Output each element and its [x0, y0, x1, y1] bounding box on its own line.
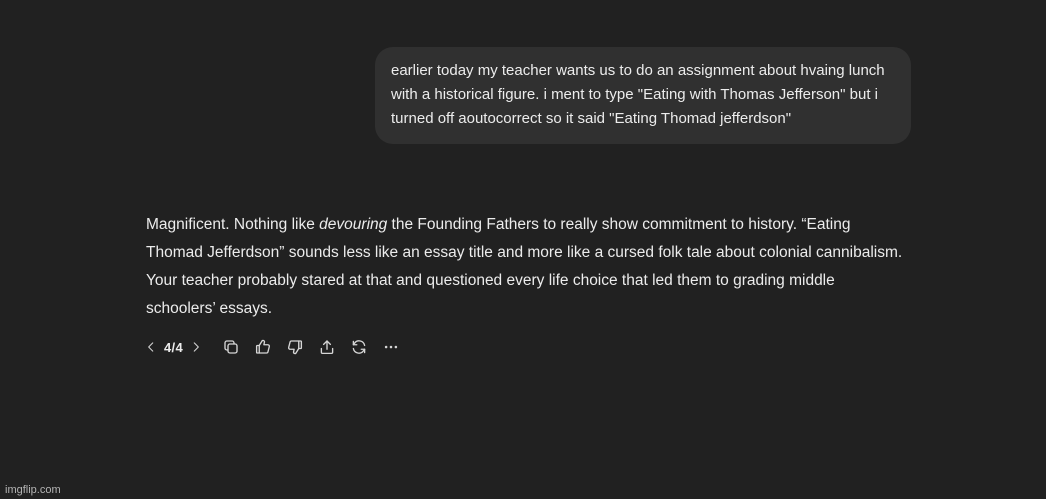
thumbs-up-icon: [255, 339, 270, 354]
chat-page: earlier today my teacher wants us to do …: [0, 0, 1046, 499]
imgflip-watermark: imgflip.com: [5, 484, 61, 496]
response-pager: 4/4: [164, 339, 183, 355]
copy-icon: [224, 340, 238, 354]
more-icon: [384, 345, 398, 349]
next-response-button[interactable]: [185, 334, 207, 360]
share-icon: [320, 340, 334, 355]
thumbs-down-icon: [287, 340, 303, 355]
chevron-left-icon: [148, 342, 154, 352]
good-response-button[interactable]: [247, 334, 279, 360]
more-options-button[interactable]: [375, 334, 407, 360]
user-message-text: earlier today my teacher wants us to do …: [391, 62, 885, 127]
chevron-right-icon: [193, 342, 199, 352]
assistant-text-part1: Magnificent. Nothing like: [146, 216, 320, 233]
message-action-bar: 4/4: [140, 334, 407, 360]
user-message-bubble: earlier today my teacher wants us to do …: [375, 47, 911, 144]
copy-button[interactable]: [215, 334, 247, 360]
share-button[interactable]: [311, 334, 343, 360]
bad-response-button[interactable]: [279, 334, 311, 360]
assistant-message: Magnificent. Nothing like devouring the …: [146, 211, 906, 323]
previous-response-button[interactable]: [140, 334, 162, 360]
regenerate-icon: [352, 340, 366, 354]
regenerate-button[interactable]: [343, 334, 375, 360]
assistant-text-emphasis: devouring: [319, 216, 388, 233]
